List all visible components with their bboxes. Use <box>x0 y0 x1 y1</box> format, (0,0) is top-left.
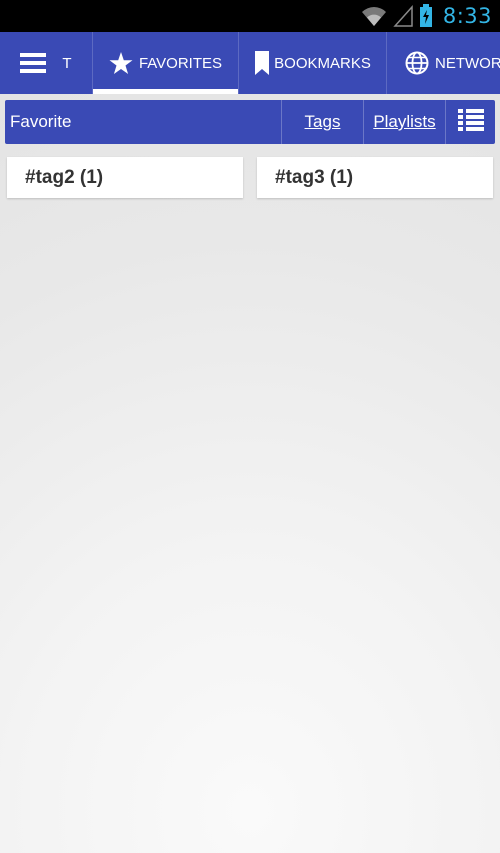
tag-card-tag3[interactable]: #tag3 (1) <box>257 157 493 198</box>
tag-card-label: #tag2 (1) <box>25 166 104 188</box>
tab-network[interactable]: NETWORK <box>387 32 500 94</box>
list-view-icon <box>457 108 484 136</box>
tab-bookmarks-label: BOOKMARKS <box>274 54 371 72</box>
tab-favorites-label: FAVORITES <box>138 54 223 72</box>
tab-network-label: NETWORK <box>435 54 500 72</box>
globe-icon <box>405 51 429 75</box>
star-icon <box>109 51 133 75</box>
tag-card-tag2[interactable]: #tag2 (1) <box>7 157 243 198</box>
wifi-icon <box>361 5 387 27</box>
status-bar: 8:33 <box>0 0 500 32</box>
tab-menu-label: T <box>62 54 72 72</box>
tab-favorites[interactable]: FAVORITES <box>93 32 239 94</box>
tags-link[interactable]: Tags <box>282 100 364 144</box>
battery-charging-icon <box>419 4 433 28</box>
status-time: 8:33 <box>442 4 492 28</box>
tab-menu[interactable]: T <box>0 32 93 94</box>
tag-card-label: #tag3 (1) <box>275 166 354 188</box>
tab-bookmarks[interactable]: BOOKMARKS <box>239 32 387 94</box>
playlists-link[interactable]: Playlists <box>364 100 446 144</box>
status-icons: 8:33 <box>361 0 492 32</box>
list-view-button[interactable] <box>446 100 495 144</box>
toolbar-title: Favorite <box>5 100 282 144</box>
tab-bar: T FAVORITES BOOKMARKS NETWORK <box>0 32 500 94</box>
favorites-toolbar: Favorite Tags Playlists <box>5 100 495 144</box>
cell-signal-icon <box>393 5 413 27</box>
menu-icon <box>20 53 47 73</box>
bookmark-icon <box>254 51 270 75</box>
